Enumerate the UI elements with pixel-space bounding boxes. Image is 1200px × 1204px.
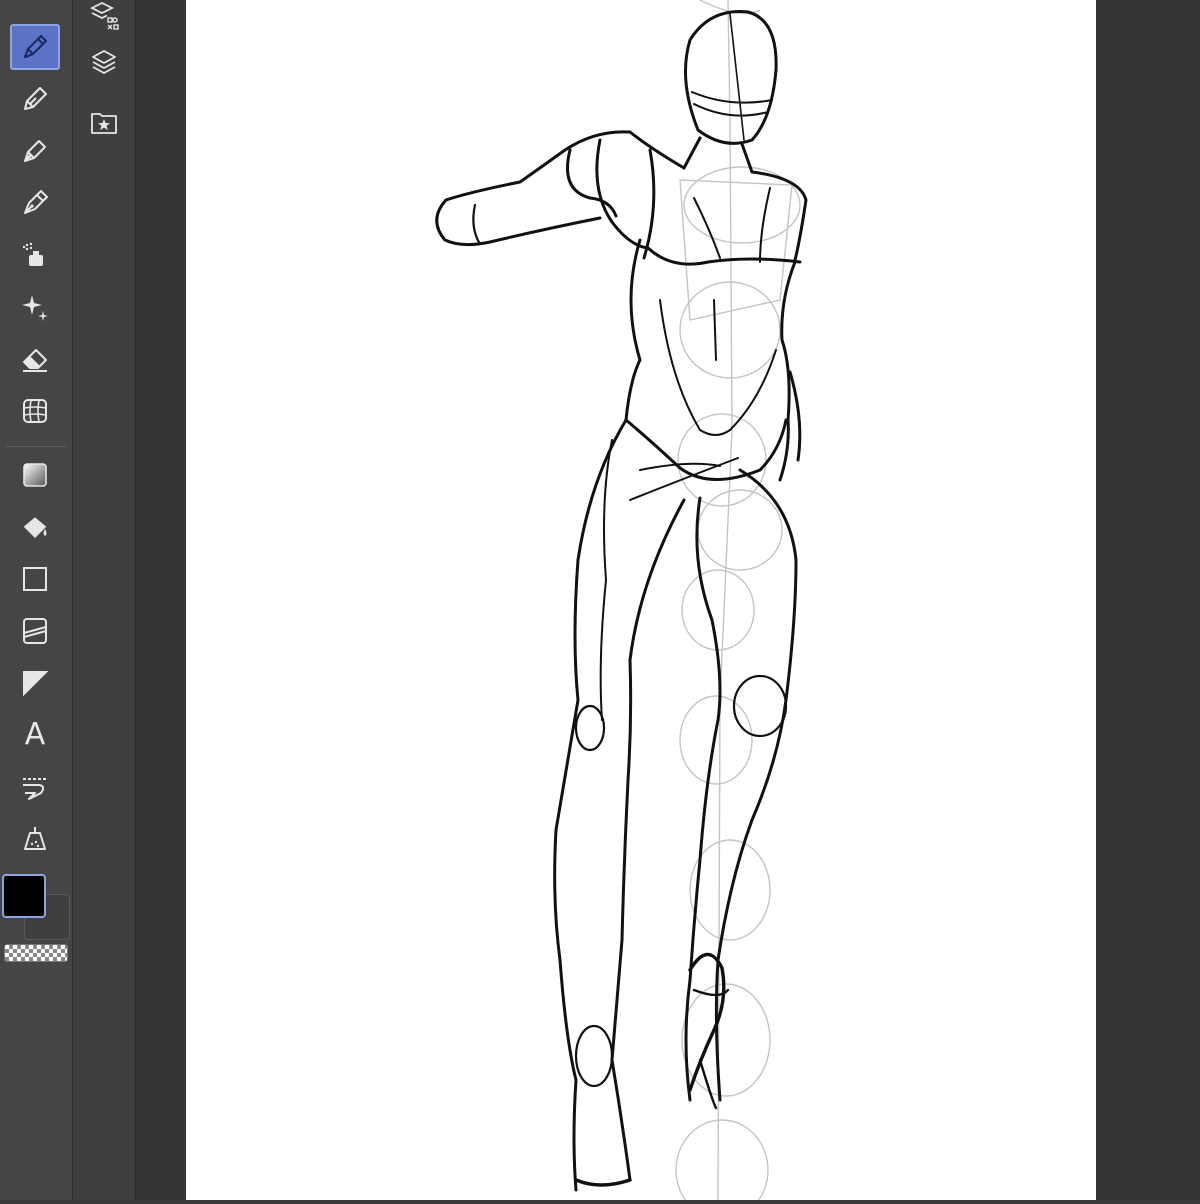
text-tool-button[interactable]: A (10, 712, 60, 758)
pencil-tool-button[interactable] (10, 76, 60, 122)
layer-panel-button[interactable] (88, 46, 120, 78)
favorites-panel-button[interactable] (88, 106, 120, 138)
pen-icon (23, 34, 48, 59)
balloon-icon (23, 778, 47, 800)
eraser-icon (23, 349, 47, 372)
fill-tool-button[interactable] (10, 504, 60, 550)
airbrush-icon (22, 242, 43, 266)
material-panel-button[interactable] (88, 0, 120, 30)
gradient-tool-button[interactable] (10, 452, 60, 498)
figure-tool-button[interactable] (10, 556, 60, 602)
grid-icon (23, 399, 47, 423)
favorites-folder-icon (91, 113, 117, 134)
pencil-icon (24, 87, 47, 110)
figure-lines (435, 10, 808, 1192)
ruler-tool-button[interactable] (10, 608, 60, 654)
bucket-icon (22, 514, 48, 538)
canvas-background-left (136, 0, 186, 1200)
correct-line-tool-button[interactable] (10, 816, 60, 862)
gradient-icon (23, 463, 47, 487)
figure-sketch-drawing (435, 0, 808, 1204)
eraser-tool-button[interactable] (10, 336, 60, 382)
pen-tool-button[interactable] (10, 24, 60, 70)
canvas-background-right (1096, 0, 1200, 1200)
sparkle-icon (22, 295, 48, 321)
rectangle-icon (23, 567, 47, 591)
frame-tool-button[interactable] (10, 660, 60, 706)
material-layers-icon (89, 1, 119, 30)
tool-bar: A (0, 0, 73, 1200)
ruler-icon (23, 618, 47, 644)
transparent-color-swatch[interactable] (4, 944, 68, 962)
foreground-color-swatch[interactable] (2, 874, 46, 918)
nib-icon (24, 189, 49, 214)
correct-line-icon (24, 827, 46, 850)
frame-icon (23, 671, 49, 697)
layers-icon (92, 50, 116, 74)
sparkle-tool-button[interactable] (10, 284, 60, 330)
decoration-tool-button[interactable] (10, 180, 60, 226)
text-icon: A (24, 717, 46, 752)
color-picker-area (0, 868, 72, 968)
airbrush-tool-button[interactable] (10, 232, 60, 278)
brush-tool-button[interactable] (10, 128, 60, 174)
balloon-tool-button[interactable] (10, 764, 60, 810)
mesh-tool-button[interactable] (10, 388, 60, 434)
drawing-canvas[interactable] (186, 0, 1096, 1204)
brush-icon (24, 140, 46, 162)
toolbar-divider (6, 446, 66, 447)
panel-icon-strip (73, 0, 136, 1200)
